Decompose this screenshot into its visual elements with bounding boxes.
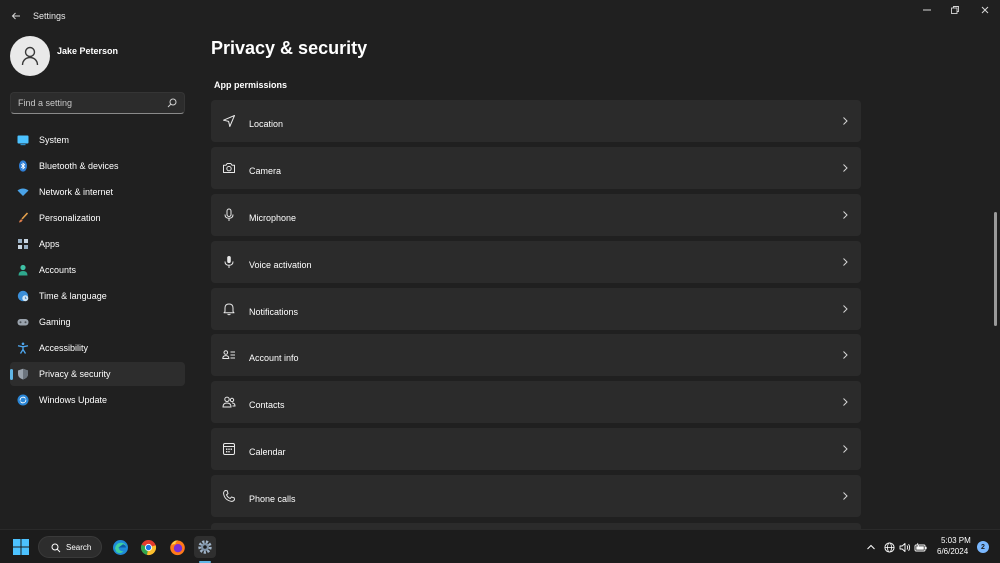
camera-icon	[222, 161, 236, 175]
clock-time[interactable]: 5:03 PM	[941, 536, 971, 545]
section-title: App permissions	[214, 80, 288, 90]
clock-date[interactable]: 6/6/2024	[937, 547, 968, 556]
gamepad-icon	[17, 316, 29, 328]
title-bar: Settings	[0, 0, 1000, 32]
bluetooth-icon	[17, 160, 29, 172]
contacts-icon	[222, 395, 236, 409]
sidebar-item-system[interactable]: System	[10, 128, 185, 152]
active-indicator	[10, 369, 13, 380]
notification-badge[interactable]: 2	[977, 541, 989, 553]
accounts-icon	[17, 264, 29, 276]
settings-window: Settings Jake Peterson System Bluetooth …	[0, 0, 1000, 529]
back-button[interactable]	[6, 7, 26, 25]
page-title: Privacy & security	[211, 38, 368, 58]
permission-phone-calls[interactable]: Phone calls	[211, 475, 861, 518]
permission-contacts[interactable]: Contacts	[211, 381, 861, 424]
search-icon[interactable]	[167, 98, 177, 108]
calendar-icon	[222, 442, 236, 456]
sidebar-item-network[interactable]: Network & internet	[10, 180, 185, 204]
phone-icon	[222, 489, 236, 503]
permission-camera[interactable]: Camera	[211, 146, 861, 189]
bell-icon	[222, 302, 236, 316]
sidebar-item-personalization[interactable]: Personalization	[10, 206, 185, 230]
voice-activation-icon	[222, 255, 236, 269]
app-title: Settings	[33, 11, 66, 21]
avatar[interactable]	[10, 36, 50, 76]
sidebar-item-bluetooth[interactable]: Bluetooth & devices	[10, 154, 185, 178]
chevron-right-icon	[843, 492, 848, 500]
taskbar: Search 5:03 PM 6/6/2024 2	[0, 529, 1000, 563]
sidebar-item-time-language[interactable]: Time & language	[10, 284, 185, 308]
battery-icon[interactable]	[914, 541, 928, 553]
firefox-icon[interactable]	[166, 536, 188, 558]
apps-icon	[17, 238, 29, 250]
windows-start-icon[interactable]	[12, 538, 30, 556]
shield-icon	[17, 368, 29, 380]
close-button[interactable]	[970, 2, 1000, 18]
microphone-icon	[222, 208, 236, 222]
permission-location[interactable]: Location	[211, 100, 861, 142]
sidebar-item-apps[interactable]: Apps	[10, 232, 185, 256]
accessibility-icon	[17, 342, 29, 354]
chevron-right-icon	[843, 445, 848, 454]
volume-icon[interactable]	[899, 541, 911, 553]
sidebar-item-accessibility[interactable]: Accessibility	[10, 336, 185, 360]
sidebar-item-privacy-security[interactable]: Privacy & security	[10, 362, 185, 386]
person-icon	[21, 46, 39, 66]
permission-calendar[interactable]: Calendar	[211, 428, 861, 471]
windows-update-icon	[17, 394, 29, 406]
globe-icon[interactable]	[884, 541, 895, 553]
chevron-right-icon	[843, 117, 848, 125]
restore-button[interactable]	[940, 2, 970, 18]
brush-icon	[17, 212, 29, 224]
chevron-right-icon	[843, 210, 848, 219]
search-icon	[51, 543, 61, 553]
sidebar-item-gaming[interactable]: Gaming	[10, 310, 185, 334]
minimize-button[interactable]	[912, 2, 942, 18]
chrome-icon[interactable]	[137, 536, 159, 558]
permission-microphone[interactable]: Microphone	[211, 193, 861, 236]
location-icon	[222, 114, 236, 128]
chevron-right-icon	[843, 351, 848, 360]
chevron-up-icon[interactable]	[866, 541, 876, 553]
chevron-right-icon	[843, 257, 848, 266]
taskbar-search[interactable]: Search	[38, 536, 102, 558]
wifi-icon	[17, 186, 29, 198]
search-input[interactable]	[18, 96, 163, 110]
chevron-right-icon	[843, 304, 848, 313]
user-name: Jake Peterson	[57, 46, 119, 56]
sidebar-item-accounts[interactable]: Accounts	[10, 258, 185, 282]
close-icon	[981, 6, 989, 14]
back-arrow-icon	[11, 12, 20, 20]
edge-icon[interactable]	[109, 536, 131, 558]
sidebar-nav: System Bluetooth & devices Network & int…	[10, 128, 185, 414]
chevron-right-icon	[843, 164, 848, 172]
restore-icon	[951, 6, 959, 14]
sidebar-item-windows-update[interactable]: Windows Update	[10, 388, 185, 412]
globe-clock-icon	[17, 290, 29, 302]
permission-voice-activation[interactable]: Voice activation	[211, 240, 861, 283]
permission-notifications[interactable]: Notifications	[211, 287, 861, 330]
settings-app-icon[interactable]	[194, 536, 216, 558]
minimize-icon	[923, 9, 931, 11]
scrollbar-thumb[interactable]	[994, 212, 997, 326]
settings-search[interactable]	[10, 92, 185, 114]
chevron-right-icon	[843, 398, 848, 407]
permission-account-info[interactable]: Account info	[211, 334, 861, 377]
account-info-icon	[222, 348, 236, 362]
monitor-icon	[17, 134, 29, 146]
app-permissions-list: Location Camera Microphone Voice activat…	[211, 100, 861, 522]
